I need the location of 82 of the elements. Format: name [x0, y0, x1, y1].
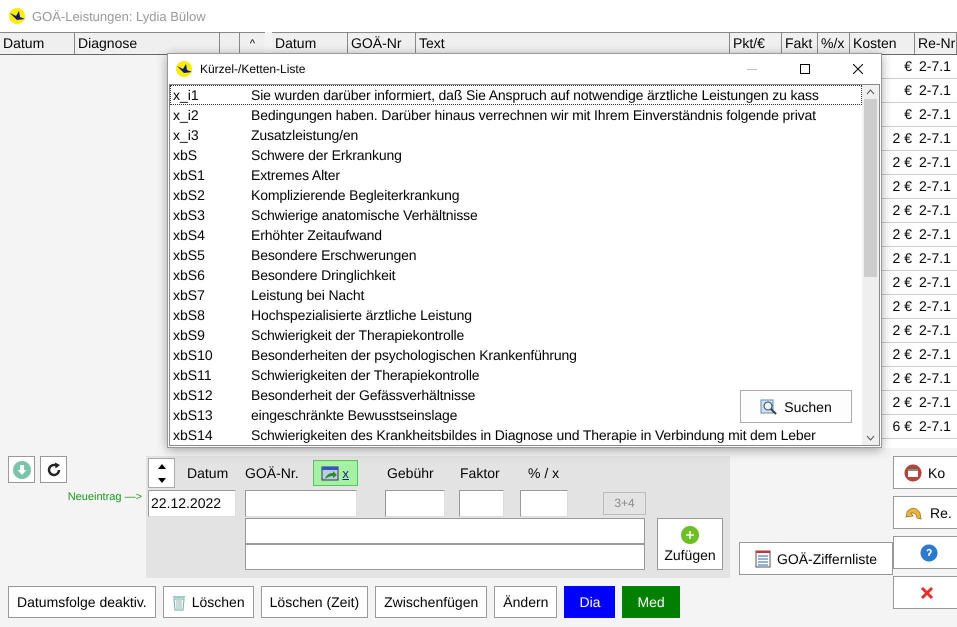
side-button[interactable]	[893, 576, 957, 609]
new-entry-label: Neueintrag —>	[68, 491, 142, 503]
table-cell-text: 2-7.1	[918, 153, 952, 172]
table-cell-text: 2 €	[892, 297, 913, 316]
table-cell-text: 6 €	[892, 417, 913, 436]
table-cell-text: 2 €	[892, 201, 913, 220]
column-header[interactable]: Datum	[0, 33, 75, 54]
side-button[interactable]: Ko	[893, 456, 957, 489]
plus-icon	[681, 526, 699, 544]
factor-field[interactable]	[459, 490, 504, 516]
window-title: GOÄ-Leistungen: Lydia Bülow	[32, 8, 206, 24]
table-cell-text: €	[903, 81, 913, 100]
goae-number-field[interactable]	[245, 490, 357, 516]
action-button[interactable]: Ändern	[494, 586, 558, 618]
table-cell-text: 2-7.1	[918, 129, 952, 148]
app-logo-icon	[8, 7, 26, 25]
table-cell-text: 2-7.1	[918, 105, 952, 124]
goae-number-label: GOÄ-Nr.	[245, 465, 299, 481]
table-cell-text: 2-7.1	[918, 369, 952, 388]
refresh-button[interactable]	[40, 456, 67, 483]
table-cell-text: 2 €	[892, 249, 913, 268]
trash-icon	[172, 594, 186, 610]
search-button[interactable]: Suchen	[740, 390, 852, 423]
close-icon	[853, 64, 863, 74]
side-button[interactable]: Re.	[893, 496, 957, 529]
column-header[interactable]: Re-Nr	[915, 33, 957, 54]
date-label: Datum	[187, 465, 228, 481]
minimize-icon	[747, 68, 757, 70]
percent-label: % / x	[527, 465, 560, 481]
table-cell-text: 2-7.1	[918, 201, 952, 220]
date-spinner[interactable]	[148, 458, 175, 488]
table-cell-text: 2-7.1	[918, 57, 952, 76]
table-cell-text: 2-7.1	[918, 393, 952, 412]
action-button[interactable]: Dia	[564, 586, 616, 618]
search-icon	[760, 398, 778, 416]
text-field[interactable]	[245, 518, 645, 544]
dialog-title: Kürzel-/Ketten-Liste	[200, 62, 306, 76]
text-field[interactable]	[245, 544, 645, 570]
table-cell-text: 2 €	[892, 129, 913, 148]
import-button[interactable]: x	[312, 460, 358, 486]
table-cell-text: 2 €	[892, 369, 913, 388]
scrollbar[interactable]	[862, 85, 879, 445]
table-cell-text: 2-7.1	[918, 417, 952, 436]
calendar-icon	[904, 464, 922, 482]
table-cell-text: €	[903, 57, 913, 76]
table-cell-text: 2 €	[892, 225, 913, 244]
table-cell-text: 2-7.1	[918, 273, 952, 292]
factor-label: Faktor	[459, 465, 501, 481]
fee-field[interactable]	[385, 490, 445, 516]
action-button[interactable]: Datumsfolge deaktiv.	[8, 586, 156, 618]
add-button[interactable]: Zufügen	[657, 518, 723, 570]
table-cell-text: 2-7.1	[918, 321, 952, 340]
help-icon	[920, 544, 938, 562]
percent-field[interactable]	[520, 490, 568, 516]
document-icon	[754, 550, 771, 568]
side-button[interactable]	[893, 536, 957, 569]
refresh-icon	[46, 462, 62, 478]
table-cell-text: 2-7.1	[918, 177, 952, 196]
action-button[interactable]: Löschen (Zeit)	[260, 586, 368, 618]
table-cell-text: 2 €	[892, 321, 913, 340]
table-cell-text: 2-7.1	[918, 81, 952, 100]
action-button[interactable]: Med	[622, 586, 680, 618]
action-button[interactable]: Zwischenfügen	[375, 586, 488, 618]
table-cell-text: 2-7.1	[918, 345, 952, 364]
table-cell-text: 2-7.1	[918, 249, 952, 268]
list-item[interactable]: x_i1 Sie wurden darüber informiert, daß Sie Anspruch auf notwendige ärztliche Leistungen zu kass	[170, 85, 862, 105]
table-cell-text: 2 €	[892, 177, 913, 196]
table-cell-text: 2 €	[892, 273, 913, 292]
app-logo-icon	[175, 60, 193, 78]
number-list-button[interactable]: GOÄ-Ziffernliste	[739, 542, 893, 575]
download-button[interactable]	[8, 456, 35, 483]
fee-label: Gebühr	[386, 465, 435, 481]
table-cell-text: 2 €	[892, 345, 913, 364]
maximize-icon	[800, 64, 810, 74]
date-field[interactable]: 22.12.2022	[148, 490, 236, 516]
close-icon	[920, 586, 934, 600]
table-cell-text: 2 €	[892, 393, 913, 412]
table-cell-text: 2-7.1	[918, 225, 952, 244]
table-cell-text: 2-7.1	[918, 297, 952, 316]
table-cell-text: €	[903, 105, 913, 124]
table-cell-text: 2 €	[892, 153, 913, 172]
delete-button[interactable]: Löschen	[162, 586, 254, 618]
